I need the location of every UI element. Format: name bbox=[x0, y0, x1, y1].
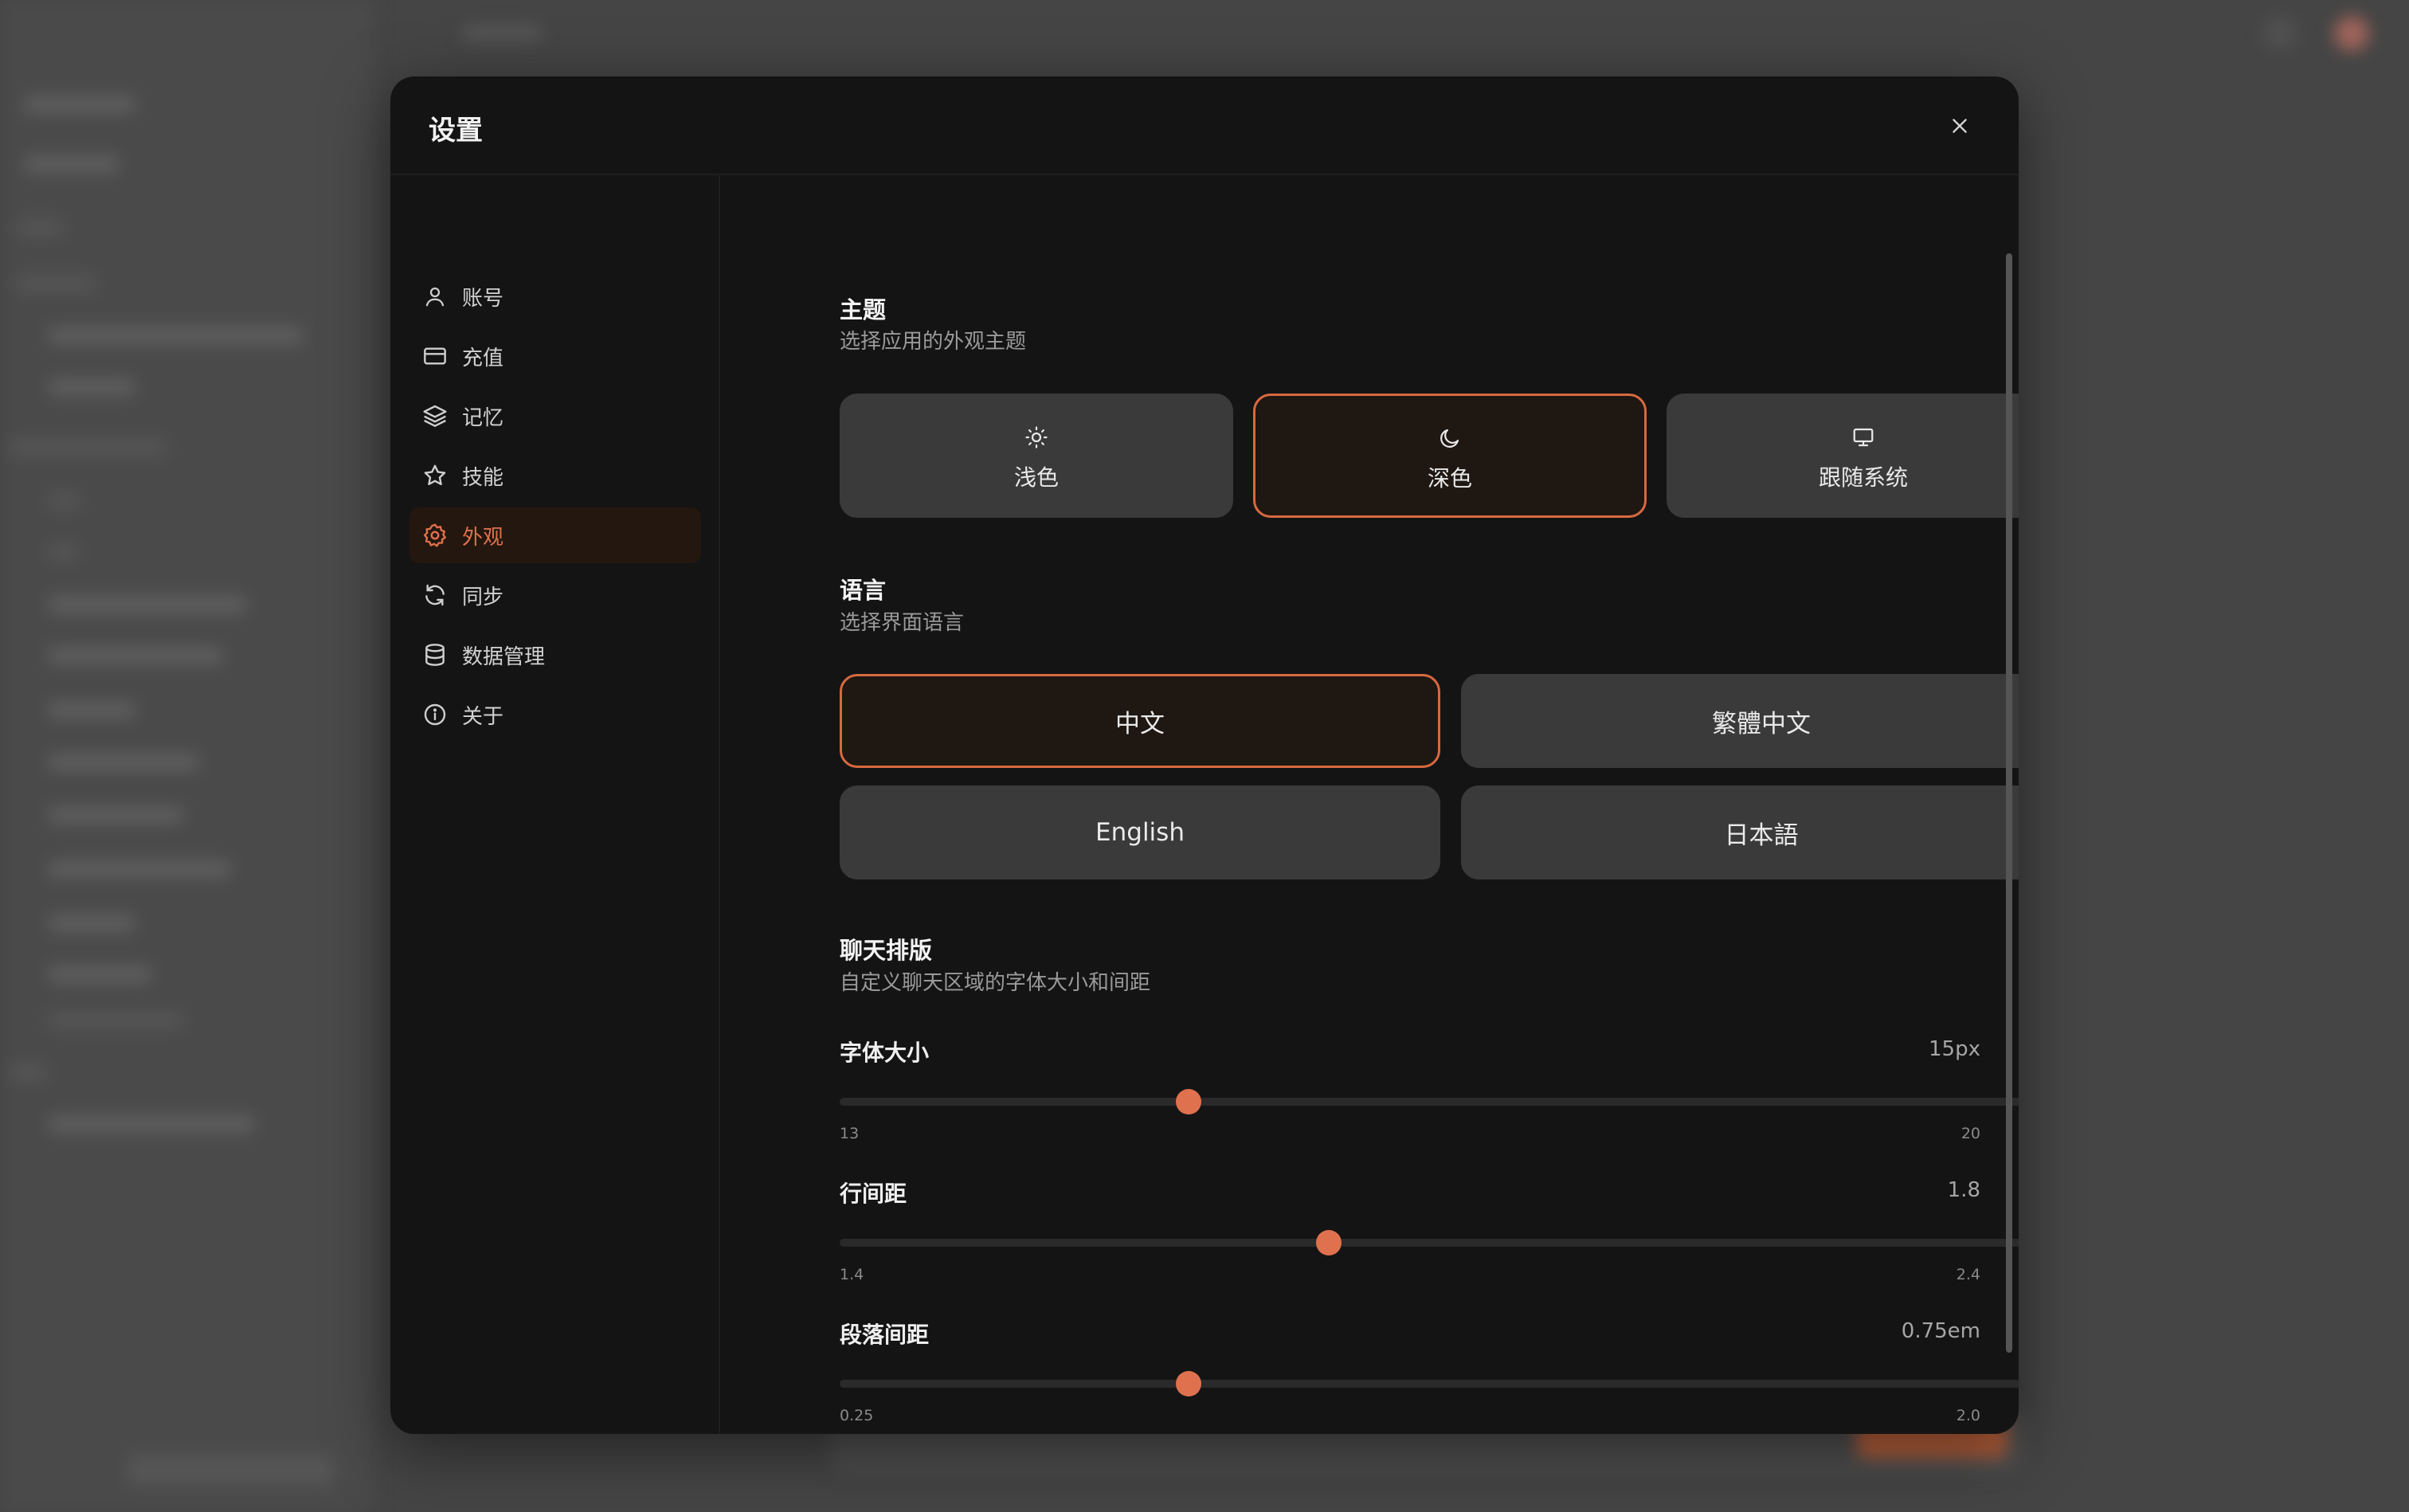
language-section-title: 语言 bbox=[840, 577, 887, 604]
font-size-value: 15px bbox=[1929, 1037, 1980, 1061]
language-option-zh-hans[interactable]: 中文 bbox=[840, 674, 1440, 768]
background-item bbox=[48, 543, 80, 561]
sidebar-item-data-management[interactable]: 数据管理 bbox=[409, 627, 701, 683]
font-size-slider-thumb[interactable] bbox=[1176, 1089, 1202, 1114]
sidebar-item-label: 外观 bbox=[462, 525, 504, 550]
monitor-icon bbox=[1853, 428, 1874, 447]
background-item bbox=[24, 155, 119, 173]
background-item bbox=[48, 327, 303, 344]
background-item bbox=[48, 701, 135, 719]
settings-modal: 设置 账号 充值 记忆 技能 外观 同步 数据管理 关于 主题 选择应用的外观主… bbox=[390, 76, 2019, 1434]
sidebar-item-appearance[interactable]: 外观 bbox=[409, 507, 701, 563]
sidebar-item-recharge[interactable]: 充值 bbox=[409, 328, 701, 384]
sidebar-item-sync[interactable]: 同步 bbox=[409, 567, 701, 623]
background-button bbox=[2262, 16, 2297, 51]
settings-sidebar: 账号 充值 记忆 技能 外观 同步 数据管理 关于 bbox=[390, 174, 720, 1434]
background-item bbox=[48, 966, 151, 983]
sidebar-item-label: 技能 bbox=[462, 465, 504, 490]
language-option-ja[interactable]: 日本語 bbox=[1461, 785, 2019, 879]
line-height-max-label: 2.4 bbox=[1956, 1266, 1980, 1283]
sync-icon bbox=[421, 581, 449, 609]
theme-option-system[interactable]: 跟随系统 bbox=[1667, 394, 2019, 518]
line-height-min-label: 1.4 bbox=[840, 1266, 864, 1283]
modal-header: 设置 bbox=[390, 76, 2019, 175]
background-title bbox=[462, 24, 542, 41]
sun-icon bbox=[1025, 426, 1048, 449]
background-item bbox=[48, 492, 80, 510]
theme-option-dark[interactable]: 深色 bbox=[1253, 394, 1647, 518]
font-size-label: 字体大小 bbox=[840, 1040, 930, 1066]
background-avatar bbox=[2334, 16, 2369, 51]
close-button[interactable] bbox=[1939, 105, 1980, 147]
sidebar-item-label: 同步 bbox=[462, 585, 504, 609]
background-item bbox=[16, 219, 64, 237]
sidebar-item-label: 关于 bbox=[462, 704, 504, 729]
sidebar-item-label: 记忆 bbox=[462, 405, 504, 430]
close-icon bbox=[1953, 119, 1967, 133]
sidebar-item-label: 账号 bbox=[462, 286, 504, 311]
theme-option-label: 深色 bbox=[1427, 465, 1472, 492]
font-size-slider[interactable] bbox=[840, 1089, 2019, 1114]
paragraph-spacing-slider-thumb[interactable] bbox=[1176, 1371, 1202, 1396]
line-height-value: 1.8 bbox=[1947, 1178, 1980, 1202]
theme-option-label: 浅色 bbox=[1013, 464, 1059, 491]
language-option-en[interactable]: English bbox=[840, 785, 1440, 879]
typography-section-subtitle: 自定义聊天区域的字体大小和间距 bbox=[840, 971, 1151, 995]
credit-card-icon bbox=[421, 342, 449, 370]
sidebar-item-memory[interactable]: 记忆 bbox=[409, 388, 701, 444]
info-icon bbox=[421, 700, 449, 729]
background-item bbox=[48, 596, 247, 613]
paragraph-spacing-max-label: 2.0 bbox=[1956, 1407, 1980, 1424]
language-section-subtitle: 选择界面语言 bbox=[840, 611, 965, 635]
background-item bbox=[48, 915, 135, 932]
background-item bbox=[48, 378, 135, 396]
sidebar-item-about[interactable]: 关于 bbox=[409, 687, 701, 742]
font-size-min-label: 13 bbox=[840, 1125, 860, 1142]
line-height-slider-thumb[interactable] bbox=[1315, 1230, 1342, 1255]
database-icon bbox=[421, 640, 449, 669]
sidebar-item-label: 充值 bbox=[462, 346, 504, 370]
modal-title: 设置 bbox=[429, 115, 483, 147]
star-icon bbox=[421, 461, 449, 490]
line-height-slider[interactable] bbox=[840, 1230, 2019, 1255]
paragraph-spacing-label: 段落间距 bbox=[840, 1322, 930, 1348]
paragraph-spacing-slider[interactable] bbox=[840, 1371, 2019, 1396]
background-item bbox=[8, 438, 167, 456]
background-item bbox=[48, 1012, 183, 1029]
background-item bbox=[48, 1115, 255, 1133]
gear-icon bbox=[421, 521, 449, 550]
theme-section-subtitle: 选择应用的外观主题 bbox=[840, 330, 1027, 354]
moon-icon bbox=[1440, 429, 1459, 448]
language-option-zh-hant[interactable]: 繁體中文 bbox=[1461, 674, 2019, 768]
paragraph-spacing-value: 0.75em bbox=[1901, 1319, 1980, 1343]
background-item bbox=[16, 275, 96, 292]
settings-content: 主题 选择应用的外观主题 浅色 深色 跟随系统 语言 选择界面语言 中文 繁體中… bbox=[720, 174, 2019, 1434]
background-item bbox=[48, 806, 183, 824]
background-item bbox=[8, 1063, 48, 1081]
font-size-max-label: 20 bbox=[1960, 1125, 1980, 1142]
theme-section-title: 主题 bbox=[840, 296, 887, 323]
sidebar-item-account[interactable]: 账号 bbox=[409, 268, 701, 324]
sidebar-item-skills[interactable]: 技能 bbox=[409, 448, 701, 503]
theme-option-label: 跟随系统 bbox=[1818, 464, 1908, 491]
background-item bbox=[24, 96, 135, 113]
layers-icon bbox=[421, 402, 449, 430]
background-item bbox=[48, 647, 223, 664]
content-scrollbar[interactable] bbox=[2006, 253, 2012, 1353]
theme-option-light[interactable]: 浅色 bbox=[840, 394, 1233, 518]
background-item bbox=[48, 754, 199, 771]
user-icon bbox=[421, 282, 449, 311]
sidebar-item-label: 数据管理 bbox=[462, 644, 546, 669]
typography-section-title: 聊天排版 bbox=[840, 937, 933, 964]
background-item bbox=[48, 860, 231, 878]
line-height-label: 行间距 bbox=[840, 1181, 907, 1207]
background-toolbar bbox=[127, 1454, 335, 1486]
paragraph-spacing-min-label: 0.25 bbox=[840, 1407, 874, 1424]
